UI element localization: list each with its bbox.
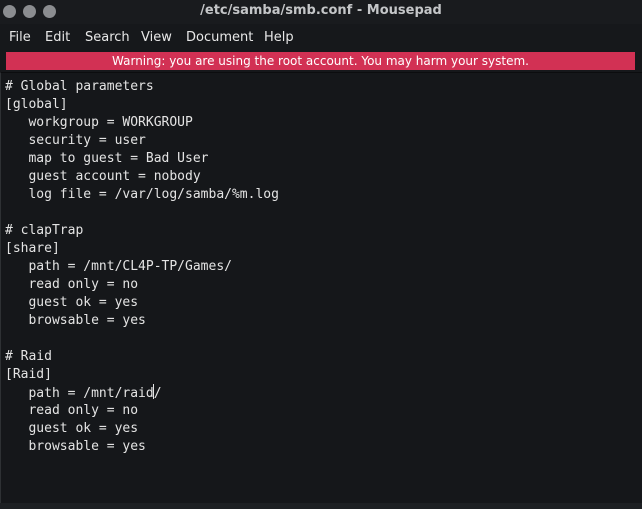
editor-line[interactable]: log file = /var/log/samba/%m.log xyxy=(5,186,278,204)
editor-line-cursor[interactable]: path = /mnt/raid/ xyxy=(5,384,279,402)
editor-line[interactable] xyxy=(5,330,279,348)
editor-line-text[interactable]: path = /mnt/raid/ xyxy=(5,384,162,401)
text-cursor xyxy=(152,384,154,399)
mousepad-window: /etc/samba/smb.conf - Mousepad File Edit… xyxy=(0,0,642,509)
editor-line[interactable]: read only = no xyxy=(5,276,279,294)
editor-line[interactable]: browsable = yes xyxy=(5,438,279,456)
editor-line[interactable]: [global] xyxy=(5,96,279,114)
menu-view[interactable]: View xyxy=(141,30,172,45)
title-bar[interactable]: /etc/samba/smb.conf - Mousepad xyxy=(0,0,642,24)
editor-line[interactable]: workgroup = WORKGROUP xyxy=(5,114,279,132)
text-editor-area[interactable]: # Global parameters [global] workgroup =… xyxy=(0,72,642,504)
window-bottom-edge xyxy=(0,503,642,509)
editor-line[interactable]: guest account = nobody xyxy=(5,168,279,186)
editor-line[interactable]: # Raid xyxy=(5,348,279,366)
editor-line[interactable]: [Raid] xyxy=(5,366,279,384)
editor-line[interactable]: guest ok = yes xyxy=(5,420,279,438)
menu-document[interactable]: Document xyxy=(186,30,253,45)
root-warning-banner: Warning: you are using the root account.… xyxy=(6,52,635,70)
window-title: /etc/samba/smb.conf - Mousepad xyxy=(200,3,442,18)
editor-line[interactable] xyxy=(5,204,279,222)
menu-help[interactable]: Help xyxy=(264,30,294,45)
editor-line[interactable]: browsable = yes xyxy=(5,312,279,330)
editor-line[interactable]: path = /mnt/CL4P-TP/Games/ xyxy=(5,258,279,276)
menu-file[interactable]: File xyxy=(9,30,31,45)
editor-line[interactable]: map to guest = Bad User xyxy=(5,150,279,168)
menu-edit[interactable]: Edit xyxy=(45,30,70,45)
menu-bar: File Edit Search View Document Help xyxy=(0,27,642,49)
editor-line[interactable]: read only = no xyxy=(5,402,279,420)
editor-line[interactable]: security = user xyxy=(5,132,279,150)
editor-line[interactable]: # Global parameters xyxy=(5,78,279,96)
editor-lines[interactable]: # Global parameters [global] workgroup =… xyxy=(5,78,279,456)
editor-line[interactable]: guest ok = yes xyxy=(5,294,279,312)
editor-line[interactable]: # clapTrap xyxy=(5,222,279,240)
menu-search[interactable]: Search xyxy=(85,30,130,45)
editor-line[interactable]: [share] xyxy=(5,240,279,258)
